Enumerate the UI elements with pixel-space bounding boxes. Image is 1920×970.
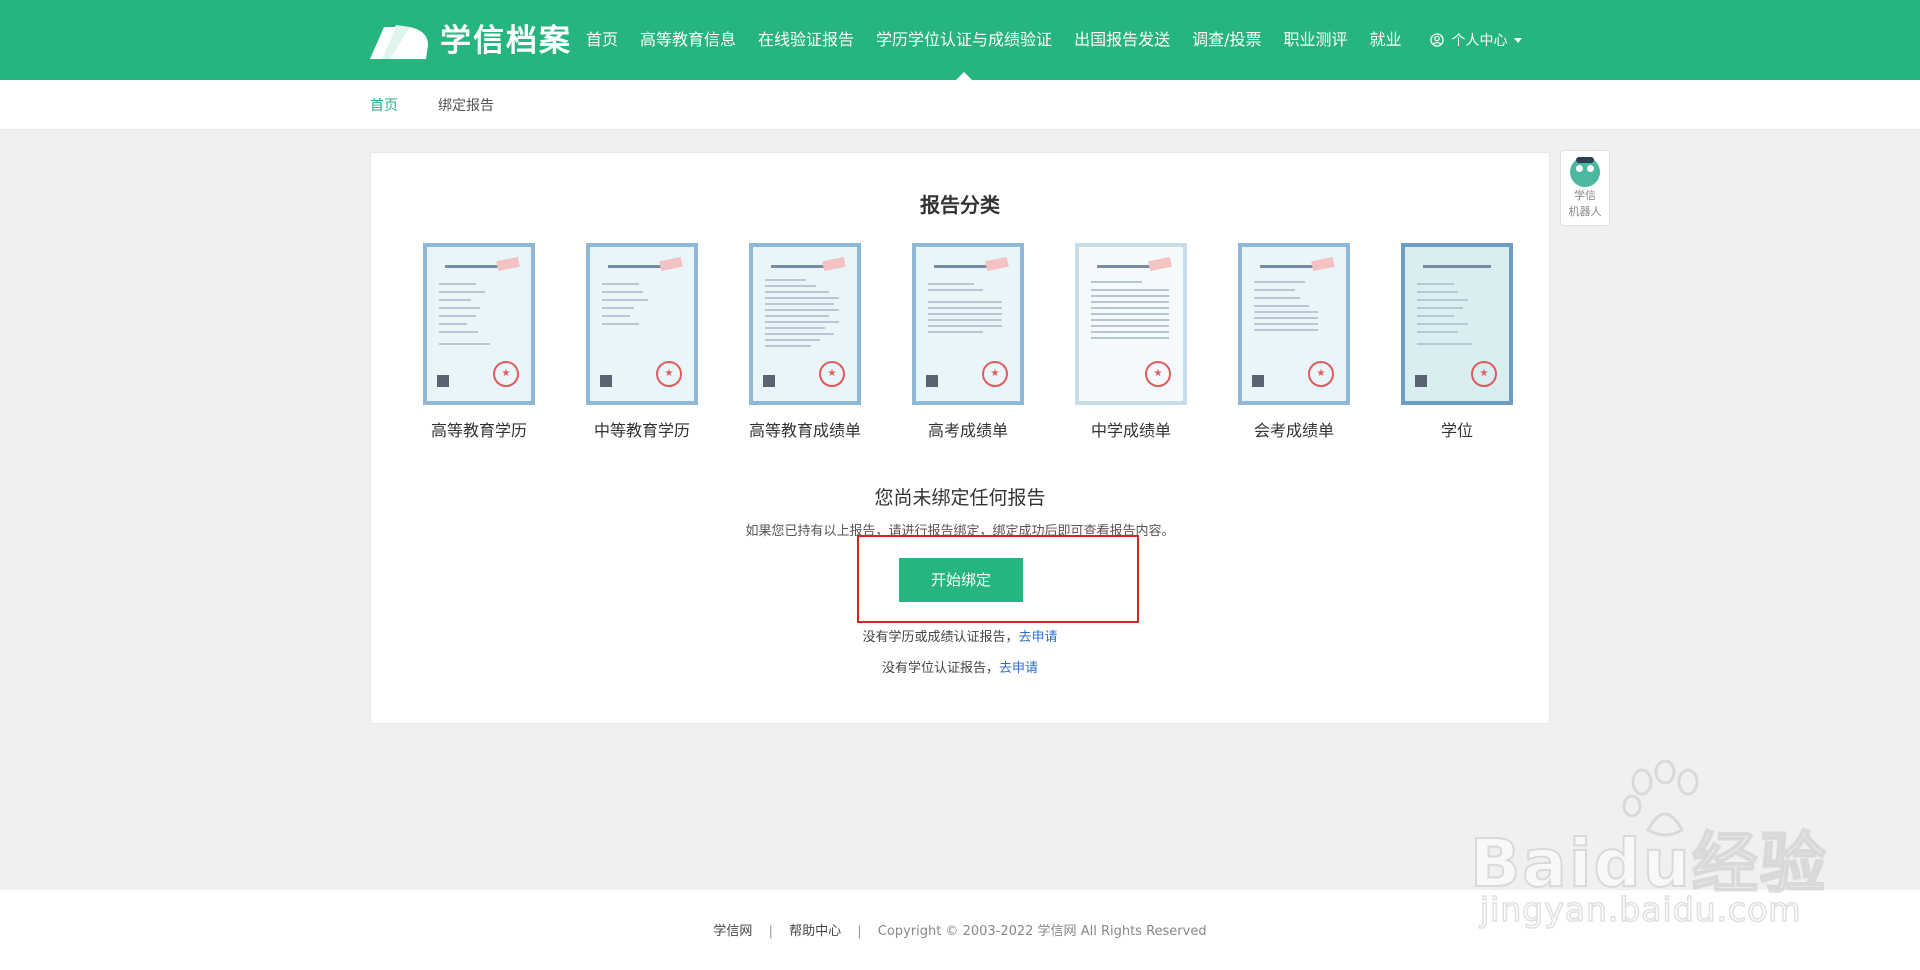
report-item-high-school-transcript[interactable]: 中学成绩单 [1071, 243, 1191, 441]
report-label: 中等教育学历 [593, 421, 690, 440]
chevron-down-icon [1513, 37, 1522, 43]
report-thumbnail [1401, 243, 1513, 405]
report-item-degree[interactable]: 学位 [1397, 243, 1517, 441]
user-center-menu[interactable]: 个人中心 [1429, 0, 1522, 80]
report-item-secondary-education[interactable]: 中等教育学历 [582, 243, 702, 441]
apply-certification-line: 没有学历或成绩认证报告，去申请 [371, 626, 1549, 645]
report-category-list: 高等教育学历 中等教育学历 [419, 243, 1519, 443]
robot-label-line1: 学信 [1574, 189, 1596, 202]
bind-report-card: 报告分类 高等教育学历 中等教育学历 [370, 152, 1550, 724]
report-thumbnail [749, 243, 861, 405]
report-thumbnail [423, 243, 535, 405]
user-center-label: 个人中心 [1451, 33, 1508, 49]
report-label: 会考成绩单 [1253, 421, 1334, 440]
logo-text: 学信档案 [440, 23, 572, 59]
footer-divider: | [768, 924, 773, 939]
report-label: 高考成绩单 [927, 421, 1008, 440]
report-label: 中学成绩单 [1090, 421, 1171, 440]
logo[interactable]: 学信档案 [370, 21, 572, 61]
watermark-url: jingyan.baidu.com [1479, 889, 1802, 930]
robot-icon [1570, 157, 1600, 187]
report-item-gaokao-transcript[interactable]: 高考成绩单 [908, 243, 1028, 441]
start-binding-button[interactable]: 开始绑定 [899, 558, 1023, 602]
breadcrumb-home-link[interactable]: 首页 [370, 95, 398, 115]
logo-icon [370, 25, 428, 59]
nav-survey-vote[interactable]: 调查/投票 [1192, 0, 1261, 80]
page-title: 报告分类 [920, 193, 1000, 217]
footer-divider: | [857, 924, 862, 939]
apply-certification-link[interactable]: 去申请 [1019, 630, 1058, 645]
user-icon [1429, 33, 1444, 47]
footer-link-help[interactable]: 帮助中心 [789, 924, 841, 939]
xuexin-robot-button[interactable]: 学信 机器人 [1560, 150, 1610, 226]
baidu-watermark: Baidu经验 jingyan.baidu.com [1469, 760, 1830, 930]
nav-online-verification-report[interactable]: 在线验证报告 [758, 0, 854, 80]
report-thumbnail [1238, 243, 1350, 405]
apply-degree-link[interactable]: 去申请 [999, 661, 1038, 676]
apply-degree-line: 没有学位认证报告，去申请 [371, 657, 1549, 676]
report-label: 高等教育成绩单 [748, 421, 861, 440]
footer-copyright: Copyright © 2003-2022 学信网 All Rights Res… [877, 924, 1207, 939]
main-nav: 首页 高等教育信息 在线验证报告 学历学位认证与成绩验证 出国报告发送 调查/投… [586, 0, 1522, 80]
nav-employment[interactable]: 就业 [1370, 0, 1402, 80]
empty-state-title: 您尚未绑定任何报告 [874, 487, 1046, 509]
report-thumbnail [912, 243, 1024, 405]
breadcrumb-current: 绑定报告 [438, 98, 494, 114]
footer-link-chsi[interactable]: 学信网 [713, 924, 752, 939]
nav-higher-education-info[interactable]: 高等教育信息 [640, 0, 736, 80]
report-label: 学位 [1440, 421, 1473, 440]
breadcrumb: 首页 绑定报告 [370, 80, 494, 130]
nav-degree-certification[interactable]: 学历学位认证与成绩验证 [876, 0, 1052, 80]
report-thumbnail [586, 243, 698, 405]
nav-overseas-report[interactable]: 出国报告发送 [1074, 0, 1170, 80]
report-item-huikao-transcript[interactable]: 会考成绩单 [1234, 243, 1354, 441]
apply-certification-text: 没有学历或成绩认证报告， [862, 630, 1019, 645]
nav-career-assessment[interactable]: 职业测评 [1283, 0, 1347, 80]
nav-home[interactable]: 首页 [586, 0, 618, 80]
breadcrumb-bar: 首页 绑定报告 [0, 80, 1920, 130]
report-thumbnail [1075, 243, 1187, 405]
report-item-higher-education[interactable]: 高等教育学历 [419, 243, 539, 441]
robot-label-line2: 机器人 [1568, 205, 1602, 218]
apply-degree-text: 没有学位认证报告， [881, 661, 999, 676]
report-item-higher-education-transcript[interactable]: 高等教育成绩单 [745, 243, 865, 441]
report-label: 高等教育学历 [430, 421, 527, 440]
top-nav-bar: 学信档案 首页 高等教育信息 在线验证报告 学历学位认证与成绩验证 出国报告发送… [0, 0, 1920, 80]
